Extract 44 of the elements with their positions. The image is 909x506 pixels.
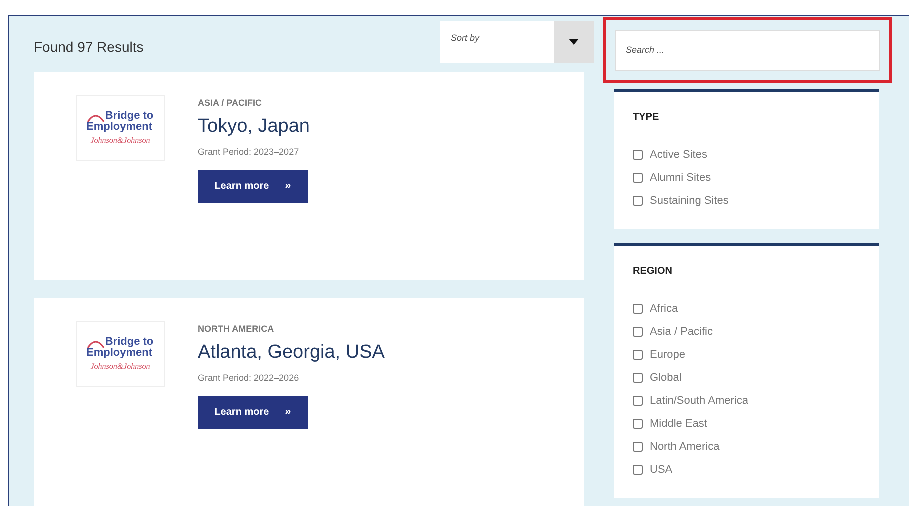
checkbox[interactable] <box>633 304 643 314</box>
checkbox-label: USA <box>650 463 673 478</box>
sponsor-text: Johnson&Johnson <box>90 137 150 145</box>
checkbox[interactable] <box>633 373 643 383</box>
checkbox[interactable] <box>633 465 643 475</box>
checkbox[interactable] <box>633 350 643 360</box>
grant-period: Grant Period: 2022–2026 <box>198 374 300 383</box>
checkbox-label: Global <box>650 371 682 386</box>
filter-heading: REGION <box>633 265 674 279</box>
checkbox[interactable] <box>633 419 643 429</box>
caret-icon <box>569 38 579 44</box>
checkbox-label: Latin/South America <box>650 394 748 409</box>
checkbox-label: Alumni Sites <box>650 171 712 186</box>
region-label: NORTH AMERICA <box>198 325 274 334</box>
checkbox[interactable] <box>633 150 643 160</box>
region-label: ASIA / PACIFIC <box>198 99 262 108</box>
results-count: Found 97 Results <box>34 38 144 56</box>
checkbox-label: Africa <box>650 302 678 317</box>
checkbox-label: Middle East <box>650 417 708 432</box>
grant-period: Grant Period: 2023–2027 <box>198 148 300 157</box>
checkbox-label: Active Sites <box>650 148 708 163</box>
logo-text: Bridge to <box>105 337 154 348</box>
logo-text: Employment <box>86 348 152 359</box>
checkbox[interactable] <box>633 196 643 206</box>
sort-dropdown[interactable]: Sort by <box>440 20 594 62</box>
sponsor-text: Johnson&Johnson <box>90 363 150 371</box>
arch-icon <box>87 340 106 348</box>
site-title: Atlanta, Georgia, USA <box>198 343 385 362</box>
logo-text: Bridge to <box>105 111 154 122</box>
checkbox-label: Sustaining Sites <box>650 194 729 209</box>
site-title: Tokyo, Japan <box>198 117 310 136</box>
search-field[interactable]: Search ... <box>615 30 880 70</box>
checkbox-label: Europe <box>650 348 686 363</box>
checkbox[interactable] <box>633 327 643 337</box>
checkbox-label: North America <box>650 440 720 455</box>
checkbox-label: Asia / Pacific <box>650 325 713 340</box>
checkbox[interactable] <box>633 442 643 452</box>
checkbox[interactable] <box>633 396 643 406</box>
checkbox[interactable] <box>633 173 643 183</box>
filter-heading: TYPE <box>633 111 660 125</box>
learn-more-button[interactable]: Learn more » <box>198 170 308 203</box>
logo-text: Employment <box>86 122 152 133</box>
arch-icon <box>87 114 106 122</box>
learn-more-button[interactable]: Learn more » <box>198 396 308 429</box>
